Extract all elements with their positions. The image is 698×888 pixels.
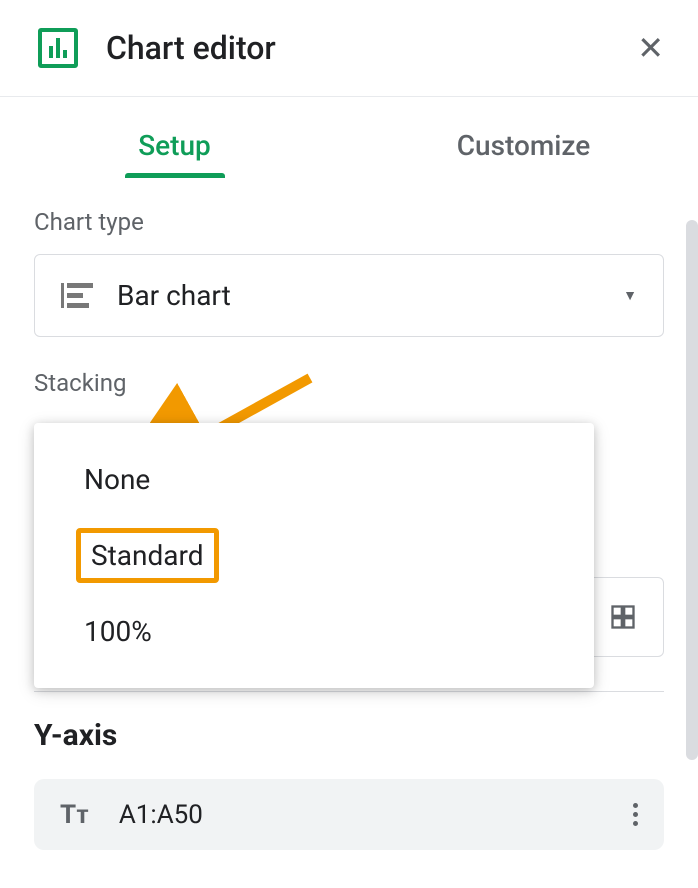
- chevron-down-icon: ▼: [623, 287, 637, 304]
- chart-type-select[interactable]: Bar chart ▼: [34, 254, 664, 337]
- yaxis-range-row[interactable]: Tᴛ A1:A50: [34, 779, 664, 850]
- scrollbar[interactable]: [686, 220, 698, 760]
- stacking-option-standard[interactable]: Standard: [76, 528, 219, 583]
- stacking-option-percent[interactable]: 100%: [34, 595, 594, 668]
- stacking-section: Stacking A1:L50 None Standard 100%: [34, 369, 664, 657]
- section-divider: [34, 691, 664, 692]
- more-options-icon[interactable]: [633, 803, 638, 826]
- tab-bar: Setup Customize: [0, 97, 698, 178]
- close-icon[interactable]: ✕: [633, 28, 668, 68]
- select-range-icon[interactable]: [609, 603, 637, 631]
- yaxis-range-value: A1:A50: [119, 800, 603, 830]
- tab-customize[interactable]: Customize: [349, 129, 698, 178]
- chart-type-label: Chart type: [34, 208, 664, 236]
- yaxis-title: Y-axis: [34, 718, 664, 753]
- tab-setup[interactable]: Setup: [0, 129, 349, 178]
- editor-header: Chart editor ✕: [0, 0, 698, 97]
- bar-chart-icon: [61, 283, 93, 308]
- stacking-dropdown: None Standard 100%: [34, 423, 594, 688]
- stacking-label: Stacking: [34, 369, 664, 397]
- editor-title: Chart editor: [106, 29, 633, 67]
- chart-editor-icon: [38, 28, 78, 68]
- chart-type-value: Bar chart: [117, 279, 599, 312]
- text-icon: Tᴛ: [60, 799, 89, 830]
- editor-content: Chart type Bar chart ▼ Stacking A1:L50 N…: [0, 178, 698, 850]
- stacking-option-none[interactable]: None: [34, 443, 594, 516]
